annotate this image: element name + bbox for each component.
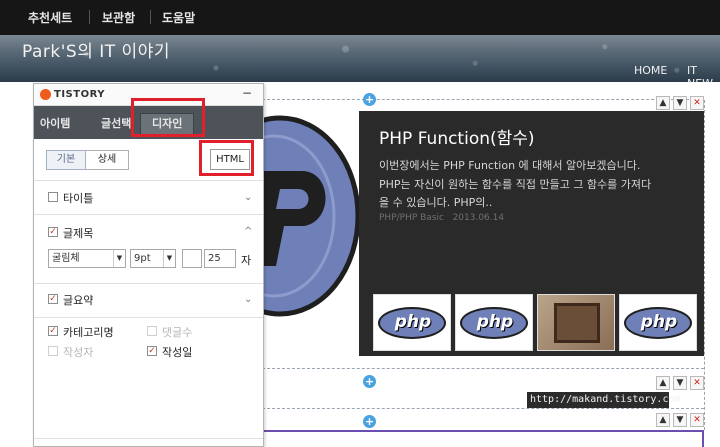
tistory-logo-icon (40, 89, 51, 100)
chevron-down-icon: ▼ (113, 250, 125, 267)
thumbnail-label: php (476, 312, 514, 332)
add-module-plus-icon[interactable]: + (363, 93, 376, 106)
post-featured-image[interactable] (262, 111, 359, 356)
section-divider (34, 283, 263, 284)
author-option-label: 작성자 (63, 346, 94, 359)
nav-home-link[interactable]: HOME (634, 64, 667, 77)
menu-divider (89, 10, 90, 24)
post-date: 2013.06.14 (452, 213, 505, 223)
add-module-plus-icon[interactable]: + (363, 415, 376, 428)
module-guide (704, 100, 705, 430)
tistory-logo-text: TISTORY (54, 89, 105, 100)
author-checkbox[interactable] (48, 346, 58, 356)
post-meta: PHP/PHP Basic 2013.06.14 (379, 213, 504, 223)
comments-option-label: 댓글수 (162, 326, 193, 339)
menu-divider (150, 10, 151, 24)
highlight-design-tab (131, 98, 205, 137)
comments-checkbox[interactable] (147, 326, 157, 336)
move-down-button[interactable]: ▼ (673, 96, 687, 110)
font-size-select[interactable]: 9pt ▼ (130, 249, 176, 268)
highlight-html-button (199, 140, 254, 176)
date-checkbox[interactable]: ✓ (147, 346, 157, 356)
move-down-button[interactable]: ▼ (673, 376, 687, 390)
module-guide (262, 99, 704, 100)
chevron-down-icon[interactable]: ⌄ (244, 294, 252, 305)
font-family-select[interactable]: 굴림체 ▼ (48, 249, 126, 268)
menu-help[interactable]: 도움말 (162, 9, 195, 26)
photo-frame-icon (554, 303, 600, 343)
minimize-button[interactable]: − (242, 86, 252, 100)
url-tooltip: http://makand.tistory.com (527, 392, 681, 408)
module-guide (262, 368, 704, 369)
tistory-design-panel: TISTORY − 아이템 글선택 디자인 기본 상세 HTML 타이틀 ⌄ ✓… (33, 83, 264, 447)
title-length-input[interactable]: 25 (204, 249, 236, 268)
thumbnail-label: php (394, 312, 432, 332)
blog-title[interactable]: Park'S의 IT 이야기 (22, 37, 170, 62)
blog-header-banner: Park'S의 IT 이야기 HOME IT NEW (0, 35, 720, 82)
delete-module-button[interactable]: ✕ (690, 376, 704, 390)
title-length-value: 25 (208, 253, 221, 264)
font-family-value: 굴림체 (52, 253, 80, 264)
move-up-button[interactable]: ▲ (656, 96, 670, 110)
php-logo-icon (262, 115, 359, 317)
section-divider (34, 214, 263, 215)
move-up-button[interactable]: ▲ (656, 376, 670, 390)
selected-module-outline[interactable] (262, 430, 704, 447)
post-thumbnail-photo[interactable] (537, 294, 615, 351)
summary-checkbox[interactable]: ✓ (48, 294, 58, 304)
subtab-detail[interactable]: 상세 (85, 150, 129, 170)
module-guide (262, 408, 704, 409)
category-option-label: 카테고리명 (63, 326, 114, 339)
top-menu-bar: 추천세트 보관함 도움말 (0, 0, 720, 35)
delete-module-button[interactable]: ✕ (690, 96, 704, 110)
tab-items[interactable]: 아이템 (40, 115, 70, 131)
post-summary-line: PHP는 자신이 원하는 함수를 직접 만들고 그 함수를 가져다 (379, 178, 652, 191)
post-title[interactable]: PHP Function(함수) (379, 124, 535, 149)
post-thumbnail[interactable]: php (455, 294, 533, 351)
post-thumbnail[interactable]: php (373, 294, 451, 351)
post-summary-line: 을 수 있습니다. PHP의.. (379, 196, 493, 209)
move-up-button[interactable]: ▲ (656, 413, 670, 427)
add-module-plus-icon[interactable]: + (363, 375, 376, 388)
font-size-value: 9pt (134, 253, 151, 264)
summary-section-label: 글요약 (63, 294, 94, 307)
section-divider (34, 438, 263, 439)
chevron-up-icon[interactable]: ^ (244, 226, 252, 237)
move-down-button[interactable]: ▼ (673, 413, 687, 427)
date-option-label: 작성일 (162, 346, 193, 359)
post-summary-line: 이번장에서는 PHP Function 에 대해서 알아보겠습니다. (379, 159, 641, 172)
post-category[interactable]: PHP/PHP Basic (379, 213, 444, 223)
nav-it-news-link[interactable]: IT NEW (687, 64, 720, 82)
category-checkbox[interactable]: ✓ (48, 326, 58, 336)
post-thumbnail[interactable]: php (619, 294, 697, 351)
font-color-swatch[interactable] (182, 249, 202, 268)
subtab-basic[interactable]: 기본 (46, 150, 86, 170)
chevron-down-icon[interactable]: ⌄ (244, 192, 252, 203)
delete-module-button[interactable]: ✕ (690, 413, 704, 427)
title-length-unit: 자 (241, 254, 252, 267)
menu-recommended-sets[interactable]: 추천세트 (28, 9, 72, 26)
post-title-checkbox[interactable]: ✓ (48, 227, 58, 237)
section-divider (34, 180, 263, 181)
title-section-label: 타이틀 (63, 192, 94, 205)
tab-post-select[interactable]: 글선택 (101, 115, 131, 131)
thumbnail-label: php (640, 312, 678, 332)
menu-storage[interactable]: 보관함 (102, 9, 135, 26)
title-checkbox[interactable] (48, 192, 58, 202)
post-title-section-label: 글제목 (63, 227, 94, 240)
chevron-down-icon: ▼ (163, 250, 175, 267)
section-divider (34, 317, 263, 318)
